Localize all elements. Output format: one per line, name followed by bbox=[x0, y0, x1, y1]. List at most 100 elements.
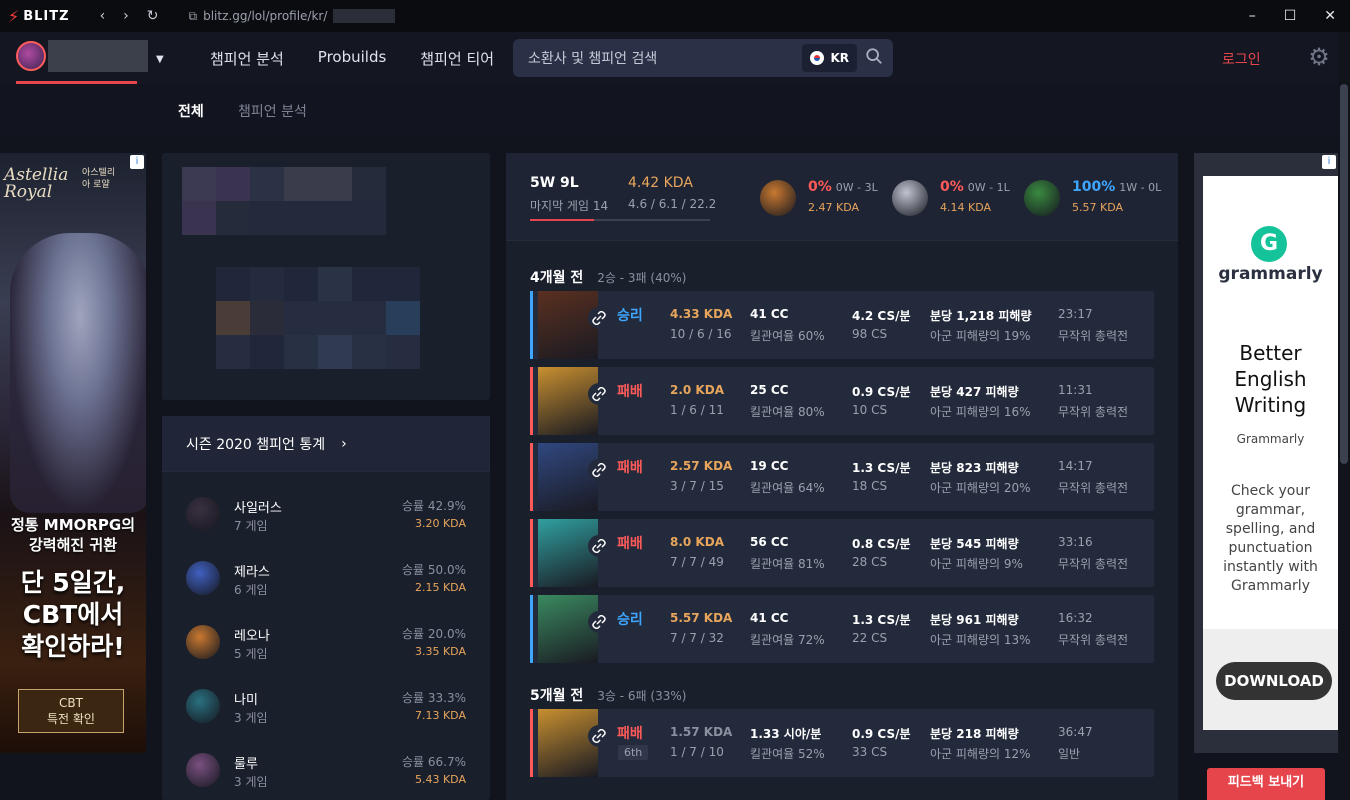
match-row[interactable]: 패배 8.0 KDA 7 / 7 / 49 56 CC 킬관여율 81% 0.8… bbox=[530, 519, 1154, 587]
match-history: 5W 9L 마지막 게임 14 4.42 KDA 4.6 / 6.1 / 22.… bbox=[506, 153, 1178, 800]
link-icon[interactable] bbox=[588, 383, 610, 405]
ad-banner-right[interactable]: i G grammarly Better English Writing Gra… bbox=[1194, 153, 1338, 753]
ad-cta-button[interactable]: CBT 특전 확인 bbox=[18, 689, 124, 733]
redacted-pixel bbox=[216, 267, 250, 301]
login-link[interactable]: 로그인 bbox=[1222, 49, 1261, 69]
redacted-pixel bbox=[250, 167, 284, 201]
nav-probuilds[interactable]: Probuilds bbox=[318, 48, 387, 69]
champion-icon bbox=[760, 180, 796, 216]
match-kda-detail: 7 / 7 / 32 bbox=[670, 631, 724, 645]
season-stats-header[interactable]: 시즌 2020 챔피언 통계 › bbox=[162, 416, 490, 472]
match-result: 패배 bbox=[617, 460, 643, 476]
match-kda-detail: 3 / 7 / 15 bbox=[670, 479, 724, 493]
link-icon[interactable] bbox=[588, 307, 610, 329]
match-row[interactable]: 패배 2.57 KDA 3 / 7 / 15 19 CC 킬관여율 64% 1.… bbox=[530, 443, 1154, 511]
champion-winrate: 승률 20.0% bbox=[401, 627, 466, 641]
match-damage: 분당 1,218 피해량 bbox=[930, 309, 1032, 323]
search-icon[interactable] bbox=[865, 47, 883, 65]
match-mode: 무작위 총력전 bbox=[1058, 481, 1129, 495]
match-result: 패배 bbox=[617, 726, 643, 742]
match-row[interactable]: 승리 4.33 KDA 10 / 6 / 16 41 CC 킬관여율 60% 4… bbox=[530, 291, 1154, 359]
redacted-pixel bbox=[250, 301, 284, 335]
champion-winrate: 승률 66.7% bbox=[401, 755, 466, 769]
champion-portrait bbox=[538, 443, 598, 511]
back-icon[interactable]: ‹ bbox=[100, 8, 106, 24]
link-icon[interactable] bbox=[588, 611, 610, 633]
main-nav: 챔피언 분석 Probuilds 챔피언 티어 bbox=[210, 48, 494, 69]
champion-icon bbox=[186, 561, 220, 595]
champion-winrate: 승률 33.3% bbox=[401, 691, 466, 705]
match-damage-share: 아군 피해량의 16% bbox=[930, 405, 1031, 419]
champion-portrait bbox=[538, 709, 598, 777]
match-cc: 56 CC bbox=[750, 535, 789, 549]
download-button[interactable]: DOWNLOAD bbox=[1216, 662, 1332, 700]
feedback-button[interactable]: 피드백 보내기 bbox=[1207, 768, 1325, 800]
region-selector[interactable]: KR bbox=[802, 44, 857, 72]
match-cs-total: 98 CS bbox=[852, 327, 888, 341]
scrollbar-thumb[interactable] bbox=[1340, 84, 1348, 464]
redacted-pixel bbox=[182, 201, 216, 235]
champion-icon bbox=[186, 689, 220, 723]
profile-switcher[interactable] bbox=[16, 40, 148, 72]
ad-info-icon[interactable]: i bbox=[130, 155, 144, 169]
match-kda: 2.0 KDA bbox=[670, 383, 724, 397]
close-icon[interactable]: ✕ bbox=[1324, 8, 1336, 24]
scrollbar[interactable] bbox=[1338, 32, 1350, 800]
search-placeholder: 소환사 및 챔피언 검색 bbox=[528, 51, 658, 67]
champion-portrait bbox=[538, 367, 598, 435]
match-damage: 분당 427 피해량 bbox=[930, 385, 1019, 399]
champion-stat-row[interactable]: 나미 3 게임 승률 33.3% 7.13 KDA bbox=[162, 672, 490, 736]
champion-stat-row[interactable]: 제라스 6 게임 승률 50.0% 2.15 KDA bbox=[162, 544, 490, 608]
redacted-pixel bbox=[284, 267, 318, 301]
minimize-icon[interactable]: – bbox=[1249, 8, 1256, 24]
tab-champion-analysis[interactable]: 챔피언 분석 bbox=[238, 101, 307, 121]
champion-icon bbox=[186, 753, 220, 787]
link-icon[interactable] bbox=[588, 725, 610, 747]
korea-flag-icon bbox=[810, 51, 825, 65]
redacted-pixel bbox=[250, 201, 284, 235]
tab-overview[interactable]: 전체 bbox=[178, 101, 204, 121]
blitz-logo[interactable]: ⚡ BLITZ bbox=[8, 7, 70, 26]
match-duration: 11:31 bbox=[1058, 383, 1093, 397]
nav-champion-analysis[interactable]: 챔피언 분석 bbox=[210, 48, 284, 69]
match-kda-detail: 1 / 7 / 10 bbox=[670, 745, 724, 759]
top-navbar: ▼ 챔피언 분석 Probuilds 챔피언 티어 소환사 및 챔피언 검색 K… bbox=[0, 32, 1338, 84]
champion-games: 7 게임 bbox=[234, 519, 268, 533]
match-result: 패배 bbox=[617, 384, 643, 400]
chevron-down-icon[interactable]: ▼ bbox=[156, 54, 164, 65]
maximize-icon[interactable]: ☐ bbox=[1284, 8, 1297, 24]
redacted-pixel bbox=[318, 201, 352, 235]
address-bar[interactable]: ⧉ blitz.gg/lol/profile/kr/ bbox=[189, 9, 396, 24]
champion-stat-row[interactable]: 레오나 5 게임 승률 20.0% 3.35 KDA bbox=[162, 608, 490, 672]
nav-champion-tier[interactable]: 챔피언 티어 bbox=[420, 48, 494, 69]
champion-stat-row[interactable]: 사일러스 7 게임 승률 42.9% 3.20 KDA bbox=[162, 480, 490, 544]
redacted-pixel bbox=[284, 201, 318, 235]
ad-info-icon[interactable]: i bbox=[1322, 155, 1336, 169]
match-row[interactable]: 패배 2.0 KDA 1 / 6 / 11 25 CC 킬관여율 80% 0.9… bbox=[530, 367, 1154, 435]
match-damage-share: 아군 피해량의 20% bbox=[930, 481, 1031, 495]
match-row[interactable]: 승리 5.57 KDA 7 / 7 / 32 41 CC 킬관여율 72% 1.… bbox=[530, 595, 1154, 663]
match-kda-detail: 1 / 6 / 11 bbox=[670, 403, 724, 417]
profile-tabs: 전체 챔피언 분석 bbox=[0, 84, 1338, 136]
match-result: 패배 bbox=[617, 536, 643, 552]
link-icon[interactable] bbox=[588, 459, 610, 481]
redacted-pixel bbox=[284, 301, 318, 335]
chevron-right-icon[interactable]: › bbox=[341, 436, 347, 452]
copy-icon[interactable]: ⧉ bbox=[189, 9, 198, 24]
gear-icon[interactable]: ⚙ bbox=[1306, 44, 1332, 70]
summary-last-games: 마지막 게임 14 bbox=[530, 199, 609, 213]
match-row[interactable]: 패배 6th 1.57 KDA 1 / 7 / 10 1.33 시야/분 킬관여… bbox=[530, 709, 1154, 777]
champion-stat-row[interactable]: 룰루 3 게임 승률 66.7% 5.43 KDA bbox=[162, 736, 490, 800]
winrate-bar-fill bbox=[530, 219, 595, 221]
summary-kda: 4.42 KDA bbox=[628, 175, 693, 191]
redacted-pixel bbox=[216, 201, 250, 235]
search-input[interactable]: 소환사 및 챔피언 검색 KR bbox=[513, 39, 893, 77]
recent-kda: 5.57 KDA bbox=[1072, 201, 1124, 214]
match-kda: 4.33 KDA bbox=[670, 307, 733, 321]
reload-icon[interactable]: ↻ bbox=[147, 8, 159, 24]
forward-icon[interactable]: › bbox=[123, 8, 129, 24]
grammarly-ad[interactable]: G grammarly Better English Writing Gramm… bbox=[1203, 176, 1338, 730]
redacted-pixel bbox=[386, 301, 420, 335]
ad-banner-left[interactable]: Astellia Royal 아스텔리아 로얄 i 정통 MMORPG의 강력해진… bbox=[0, 153, 146, 753]
link-icon[interactable] bbox=[588, 535, 610, 557]
